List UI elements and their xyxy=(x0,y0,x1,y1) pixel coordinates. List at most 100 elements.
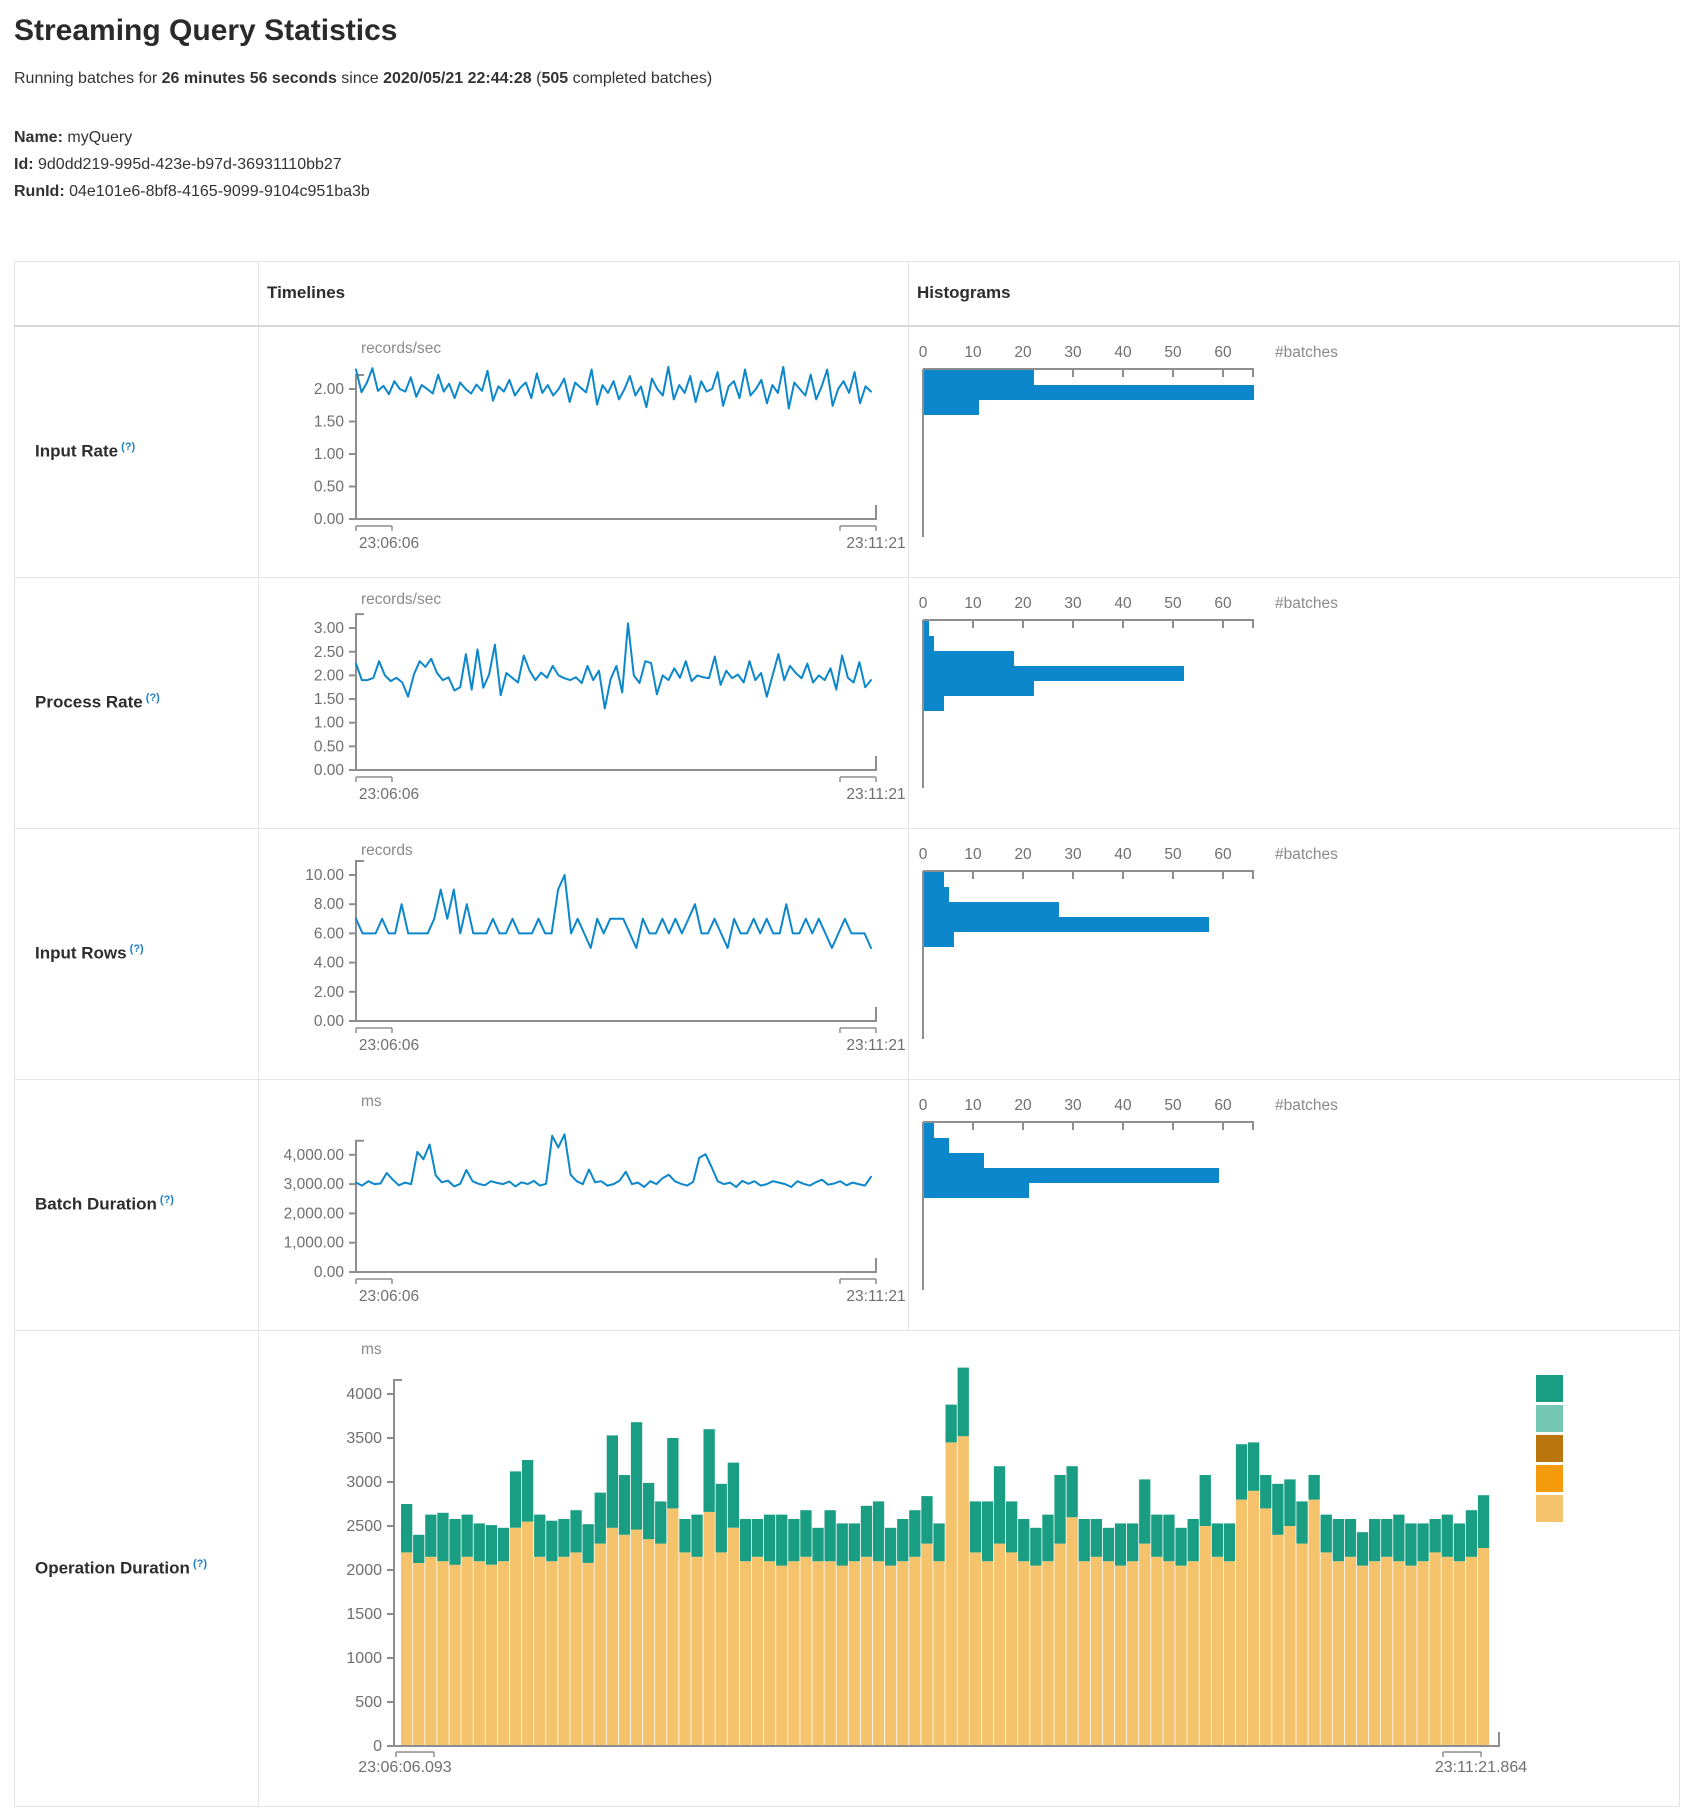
chart-text: 20 xyxy=(1014,344,1032,361)
chart-text: records/sec xyxy=(361,591,441,608)
stacked-bar-top xyxy=(1030,1527,1041,1565)
stacked-bar-top xyxy=(752,1519,763,1557)
chart-text: 0.50 xyxy=(314,738,345,755)
stacked-bar-bottom xyxy=(643,1539,654,1746)
stacked-bar-top xyxy=(1200,1475,1211,1526)
stacked-bar-top xyxy=(970,1501,981,1552)
chart-text: 60 xyxy=(1214,846,1232,863)
chart-text: 1.50 xyxy=(314,691,345,708)
header-empty-cell xyxy=(15,262,259,326)
chart-text: 2.00 xyxy=(314,983,345,1000)
chart-text: 8.00 xyxy=(314,896,345,913)
stacked-bar-bottom xyxy=(1284,1526,1295,1746)
metric-label-text: Input Rate xyxy=(35,442,118,461)
stacked-bar-bottom xyxy=(522,1521,533,1745)
chart-text: 1.00 xyxy=(314,446,345,463)
statistics-table: Timelines Histograms Input Rate (?)recor… xyxy=(14,261,1680,1807)
chart-text: 0.00 xyxy=(314,1013,345,1030)
stacked-bar-top xyxy=(909,1510,920,1557)
histogram-bar xyxy=(924,385,1254,400)
help-icon[interactable]: (?) xyxy=(118,441,135,453)
chart-text: 0 xyxy=(919,1097,928,1114)
chart-text: #batches xyxy=(1275,846,1338,863)
stacked-bar-bottom xyxy=(958,1436,969,1746)
histogram-bar xyxy=(924,1183,1029,1198)
histogram-cell-input-rate: 0102030405060#batches xyxy=(909,326,1680,578)
stacked-bar-top xyxy=(776,1514,787,1565)
histogram-bar xyxy=(924,696,944,711)
chart-text: 10 xyxy=(964,1097,982,1114)
stacked-bar-bottom xyxy=(1393,1561,1404,1746)
chart-text: ms xyxy=(361,1093,382,1110)
stacked-bar-bottom xyxy=(812,1561,823,1746)
summary-mid: since xyxy=(337,70,383,87)
chart-text: 23:11:21 xyxy=(846,535,905,552)
chart-text: 20 xyxy=(1014,846,1032,863)
help-icon[interactable]: (?) xyxy=(127,943,144,955)
query-id-label: Id: xyxy=(14,156,34,173)
stacked-bar-top xyxy=(1466,1510,1477,1557)
stacked-bar-bottom xyxy=(486,1564,497,1745)
histogram-bar xyxy=(924,902,1059,917)
operation-duration-stacked-chart: ms4000350030002500200015001000500023:06:… xyxy=(259,1331,1680,1806)
query-id-value: 9d0dd219-995d-423e-b97d-36931110bb27 xyxy=(38,156,342,173)
stacked-bar-top xyxy=(1381,1519,1392,1557)
stacked-bar-bottom xyxy=(1417,1561,1428,1746)
stacked-bar-bottom xyxy=(449,1564,460,1745)
stacked-bar-bottom xyxy=(982,1561,993,1746)
stacked-bar-bottom xyxy=(583,1563,594,1746)
stacked-bar-bottom xyxy=(534,1556,545,1745)
chart-text: 23:06:06 xyxy=(359,1037,419,1054)
histogram-cell-input-rows: 0102030405060#batches xyxy=(909,828,1680,1079)
input-rows-histogram-chart: 0102030405060#batches xyxy=(909,829,1680,1079)
stacked-bar-top xyxy=(570,1510,581,1552)
chart-text: 3500 xyxy=(346,1430,382,1447)
stacked-bar-top xyxy=(728,1462,739,1527)
stacked-bar-bottom xyxy=(619,1534,630,1745)
chart-text: 0 xyxy=(373,1738,382,1755)
stacked-bar-bottom xyxy=(546,1561,557,1746)
stacked-bar-bottom xyxy=(752,1556,763,1745)
chart-text: 60 xyxy=(1214,1097,1232,1114)
stacked-bar-top xyxy=(1284,1479,1295,1526)
stacked-bar-bottom xyxy=(1430,1552,1441,1746)
stacked-bar-bottom xyxy=(716,1552,727,1746)
stacked-bar-bottom xyxy=(1333,1561,1344,1746)
help-icon[interactable]: (?) xyxy=(157,1194,174,1206)
histogram-bar xyxy=(924,887,949,902)
chart-text: 500 xyxy=(355,1694,382,1711)
histogram-bar xyxy=(924,370,1034,385)
histogram-cell-process-rate: 0102030405060#batches xyxy=(909,577,1680,828)
stacked-bar-top xyxy=(667,1438,678,1508)
chart-text: 1000 xyxy=(346,1650,382,1667)
stacked-bar-bottom xyxy=(800,1556,811,1745)
stacked-bar-bottom xyxy=(691,1556,702,1745)
stacked-bar-top xyxy=(982,1501,993,1561)
stacked-bar-top xyxy=(583,1524,594,1563)
chart-text: 1500 xyxy=(346,1606,382,1623)
process-rate-histogram-chart: 0102030405060#batches xyxy=(909,578,1680,828)
chart-text: 6.00 xyxy=(314,925,345,942)
chart-text: 23:06:06 xyxy=(359,535,419,552)
stacked-bar-top xyxy=(474,1523,485,1561)
stacked-bar-top xyxy=(498,1527,509,1560)
histogram-bar xyxy=(924,621,929,636)
stacked-bar-bottom xyxy=(837,1565,848,1745)
help-icon[interactable]: (?) xyxy=(143,692,160,704)
stacked-bar-top xyxy=(510,1471,521,1527)
stacked-bar-bottom xyxy=(1163,1561,1174,1746)
chart-text: 10.00 xyxy=(305,867,344,884)
stacked-bar-bottom xyxy=(776,1565,787,1745)
stacked-bar-bottom xyxy=(655,1543,666,1745)
header-timelines: Timelines xyxy=(259,262,909,326)
stacked-bar-bottom xyxy=(1175,1565,1186,1745)
stacked-bar-top xyxy=(1042,1514,1053,1561)
query-name-line: Name: myQuery xyxy=(14,124,1679,151)
chart-text: 10 xyxy=(964,846,982,863)
chart-text: 30 xyxy=(1064,595,1082,612)
stacked-bar-bottom xyxy=(1115,1565,1126,1745)
stacked-bar-bottom xyxy=(413,1563,424,1746)
chart-text: 0.00 xyxy=(314,1264,345,1281)
help-icon[interactable]: (?) xyxy=(190,1558,207,1570)
chart-text: 30 xyxy=(1064,1097,1082,1114)
